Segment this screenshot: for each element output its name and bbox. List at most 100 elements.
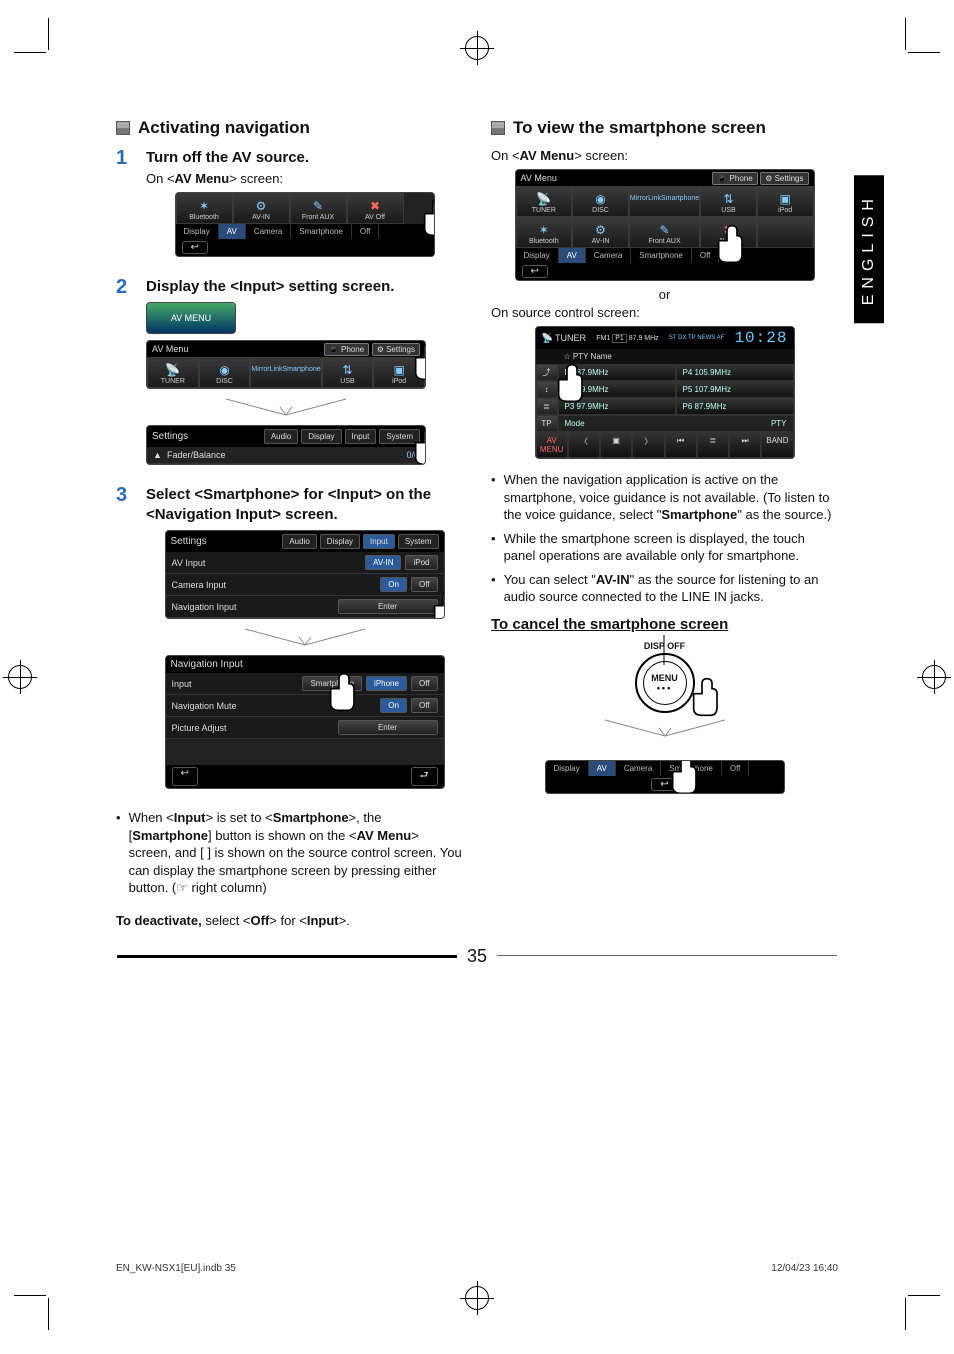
back-icon: ↩ (182, 241, 208, 254)
btn-phone: 📱 Phone (324, 343, 369, 356)
avmenu-pill: AV MENU (146, 302, 236, 334)
registration-mark-icon (8, 665, 32, 689)
section-header: To view the smartphone screen (491, 118, 838, 138)
page-number: 35 (467, 946, 487, 966)
step-title: Turn off the AV source. (146, 148, 463, 168)
tab-display: Display (301, 429, 341, 444)
rew-icon: ⏮ (665, 432, 697, 458)
cell-tuner: 📡TUNER (516, 186, 573, 217)
fwd-icon: ⏭ (729, 432, 761, 458)
cell-avin: ⚙AV-IN (233, 193, 290, 224)
note-list: When <Input> is set to <Smartphone>, the… (116, 809, 463, 897)
registration-mark-icon (465, 1286, 489, 1310)
disp-off-figure: DISP OFF MENU••• Display AV (491, 641, 838, 794)
step-2: 2 Display the <Input> setting screen. AV… (116, 277, 463, 472)
navigation-input-screenshot: Navigation Input InputSmartphoneiPhoneOf… (165, 655, 445, 789)
footer: EN_KW-NSX1[EU].indb 35 12/04/23 16:40 (116, 1263, 838, 1274)
list-item: You can select "AV-IN" as the source for… (491, 571, 838, 606)
right-column: To view the smartphone screen On <AV Men… (491, 114, 838, 928)
smartphone-icon: ▣ (600, 432, 632, 458)
note-list: When the navigation application is activ… (491, 471, 838, 606)
section-header: Activating navigation (116, 118, 463, 138)
step-number: 3 (116, 485, 132, 795)
step-subtext: On <AV Menu> screen: (146, 171, 463, 186)
pointer-hand-icon (664, 760, 698, 794)
pty-row: ☆ PTY Name (536, 349, 794, 364)
preset-cell: P5 107.9MHz (676, 381, 794, 398)
cell-usb: ⇅USB (322, 357, 374, 388)
cell-disc: ◉DISC (199, 357, 251, 388)
pointer-hand-icon (550, 363, 584, 403)
tab-display: Display (176, 224, 219, 239)
settings-fader-screenshot: Settings Audio Display Input System ▲ Fa… (146, 425, 426, 465)
crop-mark (48, 18, 49, 50)
preset-cell: P4 105.9MHz (676, 364, 794, 381)
step-number: 1 (116, 148, 132, 263)
tuner-label: 📡 TUNER (542, 333, 587, 344)
cell-frontaux: ✎Front AUX (290, 193, 347, 224)
avmenu-bottom-screenshot: ✶Bluetooth ⚙AV-IN ✎Front AUX ✖AV Off Dis… (175, 192, 435, 257)
row-fader: ▲ Fader/Balance 0/0 (147, 447, 425, 464)
crop-mark (908, 1295, 940, 1296)
left-column: Activating navigation 1 Turn off the AV … (116, 114, 463, 928)
tab-camera: Camera (246, 224, 291, 239)
row-picture-adjust: Picture AdjustEnter (166, 717, 444, 739)
section-bullet-icon (116, 121, 130, 135)
settings-title: Settings (152, 431, 261, 442)
tab-av: AV (219, 224, 246, 239)
tuner-flags: ST DX TP NEWS AF (669, 335, 724, 341)
pointer-hand-icon (407, 426, 426, 465)
bottom-tabs: Display AV Camera Smartphone Off (176, 224, 434, 239)
back-icon: ↩ (522, 265, 548, 278)
cell-mirrorlink: MirrorLinkSmartphone (250, 357, 321, 388)
cell-usb: ⇅USB (700, 186, 757, 217)
clock-value: 10:28 (734, 329, 787, 347)
crop-mark (14, 52, 46, 53)
step-title: Select <Smartphone> for <Input> on the <… (146, 485, 463, 524)
back-row: ↩ (176, 239, 434, 256)
language-tab: ENGLISH (854, 175, 884, 323)
row-camera-input: Camera InputOnOff (166, 574, 444, 596)
source-control-intro: On source control screen: (491, 305, 838, 320)
preset-cell: P6 87.9MHz (676, 398, 794, 415)
section-title: Activating navigation (138, 118, 310, 138)
tab-audio: Audio (264, 429, 298, 444)
rule-right (497, 955, 837, 956)
list-item: While the smartphone screen is displayed… (491, 530, 838, 565)
cell-avin: ⚙AV-IN (572, 217, 629, 248)
cancel-heading: To cancel the smartphone screen (491, 616, 838, 633)
btn-band: BAND (761, 432, 793, 458)
pointer-hand-icon (407, 341, 426, 381)
list-item: When the navigation application is activ… (491, 471, 838, 524)
registration-mark-icon (922, 665, 946, 689)
tab-smartphone: Smartphone (291, 224, 352, 239)
tab-input: Input (345, 429, 377, 444)
row-input: InputSmartphoneiPhoneOff (166, 673, 444, 695)
list-icon: ≣ (697, 432, 729, 458)
avmenu-intro: On <AV Menu> screen: (491, 148, 838, 163)
step-number: 2 (116, 277, 132, 472)
btn-phone: 📱 Phone (712, 172, 757, 185)
cell-bluetooth: ✶Bluetooth (516, 217, 573, 248)
flow-arrow-icon (146, 395, 426, 419)
mode-row: ModePTY (558, 415, 794, 432)
screenshot-title: AV Menu (152, 344, 188, 354)
step-3: 3 Select <Smartphone> for <Input> on the… (116, 485, 463, 795)
list-item: When <Input> is set to <Smartphone>, the… (116, 809, 463, 897)
cell-tuner: 📡TUNER (147, 357, 199, 388)
crop-mark (905, 1298, 906, 1330)
pointer-hand-icon (426, 589, 445, 619)
cell-disc: ◉DISC (572, 186, 629, 217)
back-icon: ↩ (172, 767, 198, 786)
btn-settings: ⚙ Settings (760, 172, 808, 185)
pointer-hand-icon (685, 677, 719, 720)
section-title: To view the smartphone screen (513, 118, 766, 138)
footer-timestamp: 12/04/23 16:40 (771, 1263, 838, 1274)
flow-arrow-icon (146, 625, 463, 649)
crop-mark (908, 52, 940, 53)
crop-mark (14, 1295, 46, 1296)
deactivate-note: To deactivate, select <Off> for <Input>. (116, 913, 463, 928)
step-title: Display the <Input> setting screen. (146, 277, 463, 297)
btn-avmenu: AV MENU (536, 432, 568, 458)
footer-file: EN_KW-NSX1[EU].indb 35 (116, 1263, 236, 1274)
